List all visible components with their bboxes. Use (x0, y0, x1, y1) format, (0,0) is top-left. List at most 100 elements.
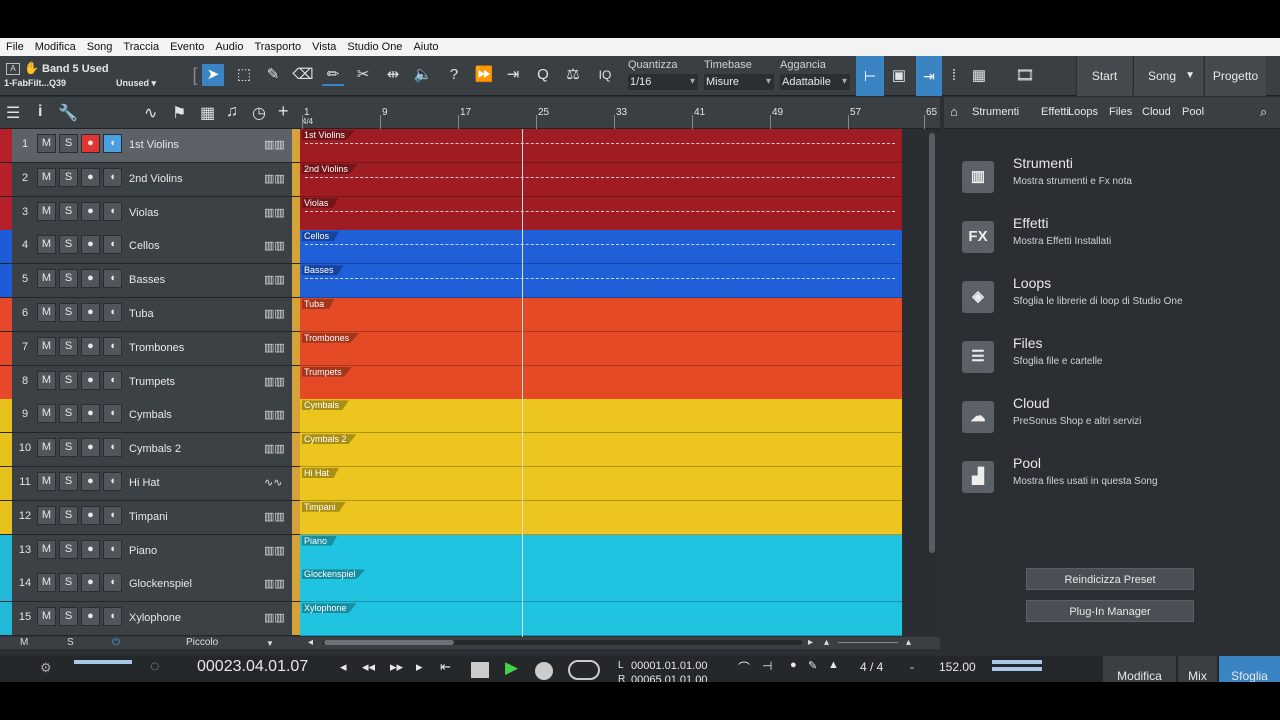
browser-tab-cloud[interactable]: Cloud (1142, 106, 1171, 118)
track-lane[interactable]: Trumpets (300, 365, 902, 400)
zoom-slider[interactable] (838, 642, 898, 643)
solo-button[interactable]: S (59, 336, 78, 356)
track-lane[interactable]: Timpani (300, 500, 902, 535)
film-icon[interactable]: 🎞 (1014, 65, 1036, 87)
solo-button[interactable]: S (59, 167, 78, 187)
help-icon[interactable]: ? (443, 64, 465, 86)
track-row[interactable]: 9 M S ● ◖ Cymbals ▥▥ (0, 399, 300, 434)
track-row[interactable]: 15 M S ● ◖ Xylophone ▥▥ (0, 602, 300, 637)
track-row[interactable]: 5 M S ● ◖ Basses ▥▥ (0, 264, 300, 299)
monitor-button[interactable]: ◖ (103, 438, 122, 458)
mute-button[interactable]: M (37, 235, 56, 255)
solo-button[interactable]: S (59, 303, 78, 322)
record-arm-button[interactable]: ● (81, 269, 100, 289)
track-name[interactable]: Violas (129, 207, 159, 219)
loop-end-display[interactable]: 00065.01.01.00 (631, 674, 707, 682)
browser-item-effetti[interactable]: FX Effetti Mostra Effetti Installati (960, 215, 1260, 263)
menu-aiuto[interactable]: Aiuto (413, 41, 438, 53)
range-tool-icon[interactable]: ⬚ (233, 64, 255, 86)
quantize-icon[interactable]: Q (532, 64, 554, 86)
record-arm-button[interactable]: ● (81, 235, 100, 255)
track-name[interactable]: 2nd Violins (129, 173, 183, 185)
track-row[interactable]: 7 M S ● ◖ Trombones ▥▥ (0, 331, 300, 366)
browser-tab-loops[interactable]: Loops (1068, 106, 1098, 118)
split-at-cursor-icon[interactable]: ⇥ (502, 64, 524, 86)
solo-button[interactable]: S (59, 404, 78, 424)
follow-toggle-button[interactable]: ⇥ (916, 56, 942, 96)
monitor-button[interactable]: ◖ (103, 539, 122, 559)
track-name[interactable]: Trombones (129, 342, 184, 354)
mute-button[interactable]: M (37, 303, 56, 322)
menu-icon[interactable]: ☰ (6, 103, 20, 123)
track-name[interactable]: 1st Violins (129, 139, 179, 151)
browser-tab-pool[interactable]: Pool (1182, 106, 1204, 118)
mute-button[interactable]: M (37, 269, 56, 289)
monitor-button[interactable]: ◖ (103, 607, 122, 627)
browser-item-loops[interactable]: ◈ Loops Sfoglia le librerie di loop di Stu… (960, 275, 1260, 323)
monitor-button[interactable]: ◖ (103, 167, 122, 187)
scroll-thumb[interactable] (929, 133, 935, 553)
track-row[interactable]: 14 M S ● ◖ Glockenspiel ▥▥ (0, 568, 300, 603)
track-name[interactable]: Tuba (129, 308, 154, 320)
stop-button[interactable] (471, 662, 489, 678)
arrow-tool-icon[interactable]: ➤ (202, 64, 224, 86)
preset-display[interactable]: A ✋ Band 5 Used 1-FabFilt...Q39 Unused ▾ (4, 61, 166, 91)
forward-icon[interactable]: ▸ (416, 659, 423, 675)
precount-icon[interactable]: ⊣ (762, 659, 772, 673)
quantize-select[interactable]: 1/16 (628, 74, 698, 90)
grid-icon[interactable]: ▦ (968, 65, 990, 87)
automation-icon[interactable]: ∿ (144, 103, 157, 123)
solo-button[interactable]: S (59, 370, 78, 390)
solo-button[interactable]: S (59, 539, 78, 559)
track-row[interactable]: 6 M S ● ◖ Tuba ▥▥ (0, 298, 300, 332)
track-lane[interactable]: Cymbals (300, 399, 902, 434)
menu-studio-one[interactable]: Studio One (347, 41, 402, 53)
scroll-left-icon[interactable]: ◂ (308, 637, 313, 648)
solo-button[interactable]: S (59, 573, 78, 593)
solo-button[interactable]: S (59, 607, 78, 627)
marker-icon[interactable]: ⁞ (943, 65, 965, 87)
solo-button[interactable]: S (59, 235, 78, 255)
track-name[interactable]: Trumpets (129, 376, 175, 388)
wrench-icon[interactable]: 🔧 (58, 103, 78, 123)
add-track-icon[interactable]: + (278, 101, 289, 122)
page-modifica-button[interactable]: Modifica (1102, 656, 1176, 682)
menu-file[interactable]: File (6, 41, 24, 53)
track-row[interactable]: 1 M S ● ◖ 1st Violins ▥▥ (0, 129, 300, 163)
track-lane[interactable]: Basses (300, 264, 902, 299)
browser-tab-effetti[interactable]: Effetti (1041, 106, 1069, 118)
monitor-button[interactable]: ◖ (103, 573, 122, 593)
instrument-dropdown-icon[interactable]: ▼ (266, 639, 274, 648)
track-row[interactable]: 12 M S ● ◖ Timpani ▥▥ (0, 500, 300, 535)
track-lane[interactable]: Xylophone (300, 602, 902, 637)
track-lane[interactable]: Hi Hat (300, 467, 902, 501)
track-row[interactable]: 13 M S ● ◖ Piano ▥▥ (0, 534, 300, 569)
tools-icon[interactable]: ✎ (808, 659, 817, 672)
track-name[interactable]: Piano (129, 545, 157, 557)
record-arm-button[interactable]: ● (81, 539, 100, 559)
track-lane[interactable]: Tuba (300, 298, 902, 332)
search-icon[interactable]: ⌕ (1260, 104, 1267, 120)
mute-button[interactable]: M (37, 404, 56, 424)
play-button[interactable]: ▶ (505, 658, 518, 678)
playhead-cursor[interactable] (522, 129, 523, 637)
monitor-button[interactable]: ◖ (103, 336, 122, 356)
loop-button[interactable] (568, 660, 600, 680)
track-row[interactable]: 2 M S ● ◖ 2nd Violins ▥▥ (0, 162, 300, 197)
mute-tool-icon[interactable]: ✂ (352, 64, 374, 86)
start-button[interactable]: Start (1076, 56, 1132, 96)
chord-icon[interactable]: ▦ (200, 103, 215, 123)
mute-button[interactable]: M (37, 370, 56, 390)
project-button[interactable]: Progetto (1204, 56, 1266, 96)
iq-button[interactable]: IQ (594, 64, 616, 86)
browser-item-strumenti[interactable]: ▥ Strumenti Mostra strumenti e Fx nota (960, 155, 1260, 203)
browser-tab-files[interactable]: Files (1109, 106, 1132, 118)
clock-icon[interactable]: ◷ (252, 103, 266, 123)
track-lane[interactable]: Glockenspiel (300, 568, 902, 603)
return-zero-icon[interactable]: ◂ (340, 659, 347, 675)
record-button[interactable] (535, 662, 553, 680)
track-lane[interactable]: Violas (300, 196, 902, 231)
record-arm-button[interactable]: ● (81, 303, 100, 322)
mute-button[interactable]: M (37, 505, 56, 525)
plugin-manager-button[interactable]: Plug-In Manager (1026, 600, 1194, 622)
